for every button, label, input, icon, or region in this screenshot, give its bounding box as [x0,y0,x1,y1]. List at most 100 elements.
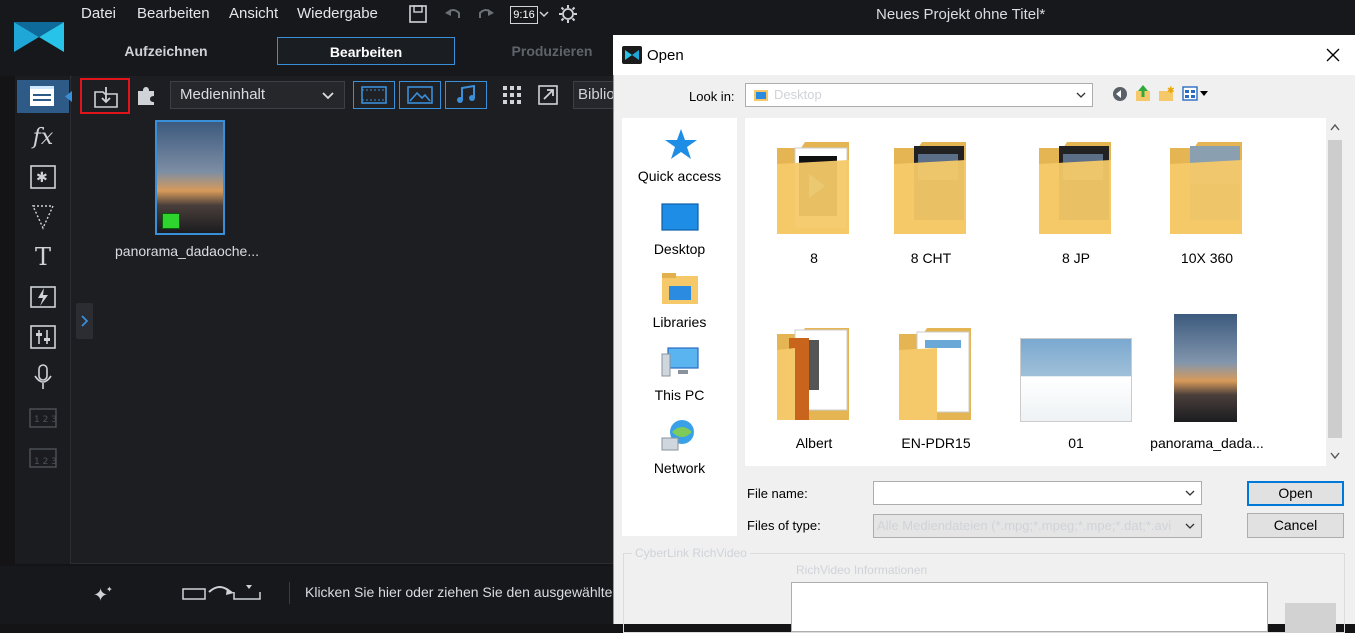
powerdirector-logo [14,22,64,52]
place-network[interactable]: Network [622,460,737,476]
chevron-down-icon [1076,92,1086,98]
pip-object-room-icon[interactable]: ✱ [27,164,59,190]
plugin-puzzle-icon[interactable] [135,84,157,106]
back-arrow-icon[interactable] [1112,86,1128,102]
place-this-pc[interactable]: This PC [622,387,737,403]
look-in-combobox[interactable]: Desktop [745,83,1093,107]
chevron-down-icon[interactable] [1185,490,1195,497]
richvideo-info-label: RichVideo Informationen [796,563,928,577]
item-label: EN-PDR15 [901,435,971,451]
media-room-icon [30,86,54,106]
folder-icon [899,328,971,420]
microphone-icon[interactable] [27,364,59,390]
redo-icon[interactable] [476,4,496,24]
particle-room-icon[interactable] [27,204,59,230]
file-item-01[interactable]: 01 [1016,316,1136,466]
folder-icon [1170,142,1242,234]
fx-room-icon[interactable]: fx [27,124,59,150]
undo-icon[interactable] [443,4,463,24]
scroll-down-icon[interactable] [1330,452,1340,459]
dialog-title: Open [647,47,684,64]
media-room-button[interactable] [17,80,72,113]
file-name-label: File name: [747,486,808,501]
menu-ansicht[interactable]: Ansicht [229,5,278,22]
look-in-value: Desktop [774,87,822,102]
chapter-room-icon[interactable]: 1 2 3 [27,405,59,431]
grid-view-icon[interactable] [502,85,522,105]
magic-tools-icon[interactable]: ✦ ✦ [93,584,115,604]
look-in-label: Look in: [689,89,735,104]
folder-item-8[interactable]: 8 [754,130,874,280]
chevron-right-icon [80,315,88,327]
file-name-combobox[interactable] [873,481,1202,505]
transition-room-icon[interactable] [27,284,59,310]
folder-icon [1039,142,1111,234]
folder-icon [777,328,849,420]
files-of-type-label: Files of type: [747,518,821,533]
subtitle-room-icon[interactable]: 1 2 3 [27,445,59,471]
folder-item-10x-360[interactable]: 10X 360 [1147,130,1267,280]
scroll-up-icon[interactable] [1330,124,1340,131]
title-room-icon[interactable]: T [27,243,59,271]
settings-gear-icon[interactable] [558,4,578,24]
folder-item-8-cht[interactable]: 8 CHT [871,130,991,280]
aspect-ratio-selector[interactable]: 9:16 [510,6,538,24]
place-desktop[interactable]: Desktop [622,241,737,257]
insert-clip-mode-icon[interactable] [182,584,262,602]
tab-aufzeichnen[interactable]: Aufzeichnen [80,37,252,65]
cancel-button[interactable]: Cancel [1247,513,1344,538]
network-icon[interactable] [660,418,700,454]
place-libraries[interactable]: Libraries [622,314,737,330]
dialog-title-bar [613,35,1355,75]
menu-bearbeiten[interactable]: Bearbeiten [137,5,210,22]
menu-datei[interactable]: Datei [81,5,116,22]
richvideo-preview-button[interactable] [1285,603,1336,633]
library-menu-button[interactable]: Bibliothek [573,81,613,109]
audio-mixing-room-icon[interactable] [27,324,59,350]
image-thumbnail [1174,314,1237,422]
chevron-down-icon [1185,523,1195,529]
desktop-folder-icon [754,90,768,101]
richvideo-info-textbox[interactable] [791,582,1268,632]
show-image-filter-button[interactable] [399,81,441,109]
item-label: 01 [1068,435,1084,451]
video-filmstrip-icon [361,86,387,104]
image-thumbnail [1020,338,1132,422]
menu-wiedergabe[interactable]: Wiedergabe [297,5,378,22]
open-button[interactable]: Open [1247,481,1344,506]
up-folder-icon[interactable] [1135,85,1151,102]
files-of-type-select[interactable]: Alle Mediendateien (*.mpg;*.mpeg;*.mpe;*… [873,514,1202,538]
file-name-input[interactable] [876,484,1180,504]
richvideo-group-title: CyberLink RichVideo [632,546,750,560]
scrollbar-thumb[interactable] [1328,140,1342,438]
quick-access-star-icon[interactable] [664,128,698,162]
tab-bearbeiten[interactable]: Bearbeiten [277,37,455,65]
folder-item-albert[interactable]: Albert [754,316,874,466]
item-label: 8 CHT [910,250,952,266]
new-folder-icon[interactable]: ✱ [1158,85,1175,102]
chevron-down-icon[interactable] [539,10,549,18]
expand-panel-button[interactable] [76,303,93,339]
dialog-close-button[interactable] [1322,44,1344,66]
desktop-icon[interactable] [661,203,699,233]
this-pc-icon[interactable] [660,346,700,380]
folder-item-en-pdr15[interactable]: EN-PDR15 [876,316,996,466]
tab-produzieren[interactable]: Produzieren [480,37,624,65]
folder-icon [894,142,966,234]
media-thumbnail[interactable] [155,120,225,235]
media-content-dropdown[interactable]: Medieninhalt [170,81,345,109]
show-audio-filter-button[interactable] [445,81,487,109]
show-video-filter-button[interactable] [353,81,395,109]
caret-left-icon [65,91,72,102]
expand-icon[interactable] [538,85,558,105]
save-icon[interactable] [408,4,428,24]
folder-item-8-jp[interactable]: 8 JP [1016,130,1136,280]
svg-text:✱: ✱ [1167,86,1175,96]
view-menu-icon[interactable] [1182,86,1210,102]
place-quick-access[interactable]: Quick access [622,168,737,184]
import-media-button[interactable] [80,78,130,114]
item-label: 10X 360 [1180,250,1234,266]
libraries-icon[interactable] [661,272,699,306]
file-item-panorama[interactable]: panorama_dada... [1147,314,1267,466]
chevron-down-icon [322,92,334,100]
